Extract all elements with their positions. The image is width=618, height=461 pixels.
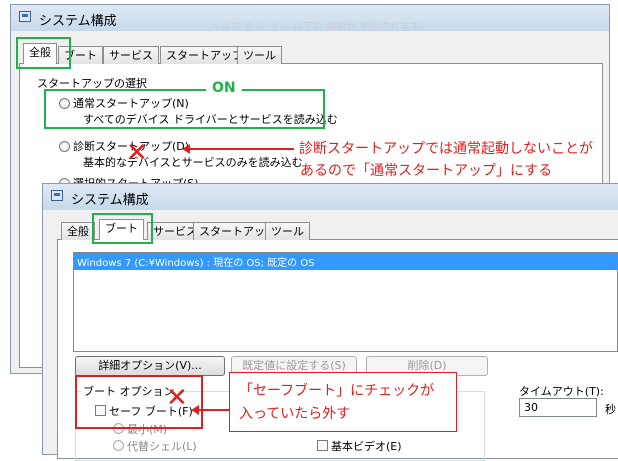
base-video-label[interactable]: 基本ビデオ(E) (331, 438, 402, 454)
normal-startup-highlight (44, 89, 325, 129)
back-window-faded-text: ヘルプ を こ と、 以下の 情報が 表示されます。 (211, 22, 429, 33)
alternate-shell-radio[interactable] (113, 440, 124, 451)
safe-boot-cross-mark: ✕ (166, 383, 188, 413)
base-video-checkbox[interactable] (317, 440, 328, 451)
back-tab-startup[interactable]: スタートアップ (160, 46, 249, 64)
on-label: ON (206, 80, 242, 96)
front-window-title: システム構成 (71, 193, 149, 208)
alternate-shell-label[interactable]: 代替シェル(L) (127, 438, 197, 454)
callout-safe-boot-line1: 「セーフブート」にチェックが (239, 383, 435, 399)
diagnostic-cross-mark: ✕ (126, 138, 148, 168)
back-window-title: システム構成 (39, 14, 117, 29)
arrow-head-2 (191, 405, 199, 415)
app-icon (19, 11, 31, 22)
callout-safe-boot-line2: 入っていたら外す (239, 406, 351, 422)
os-entry-selected[interactable]: Windows 7 (C:¥Windows) : 現在の OS; 既定の OS (74, 253, 617, 270)
arrow-head-1 (182, 144, 190, 154)
timeout-unit: 秒 (605, 403, 616, 416)
arrow-to-safe-boot (198, 409, 230, 411)
app-icon (51, 190, 63, 201)
arrow-to-diagnostic (188, 148, 294, 150)
timeout-input[interactable]: 30 (519, 398, 597, 417)
front-tab-tools[interactable]: ツール (265, 222, 310, 240)
callout-diagnostic-line2: あるので「通常スタートアップ」にする (300, 163, 553, 179)
general-tab-highlight (16, 37, 71, 69)
diagnostic-startup-desc: 基本的なデバイスとサービスのみを読み込む (83, 156, 303, 169)
back-tab-services[interactable]: サービス (103, 46, 159, 64)
back-tab-tools[interactable]: ツール (237, 46, 282, 64)
os-list[interactable]: Windows 7 (C:¥Windows) : 現在の OS; 既定の OS (73, 252, 618, 352)
callout-diagnostic-line1: 診断スタートアップでは通常起動しないことが (299, 141, 593, 157)
diagnostic-startup-radio[interactable] (59, 141, 70, 152)
timeout-label: タイムアウト(T): (519, 385, 604, 398)
front-tab-general[interactable]: 全般 (61, 222, 95, 240)
boot-tab-highlight (92, 213, 153, 244)
advanced-options-button[interactable]: 詳細オプション(V)... (75, 356, 225, 376)
